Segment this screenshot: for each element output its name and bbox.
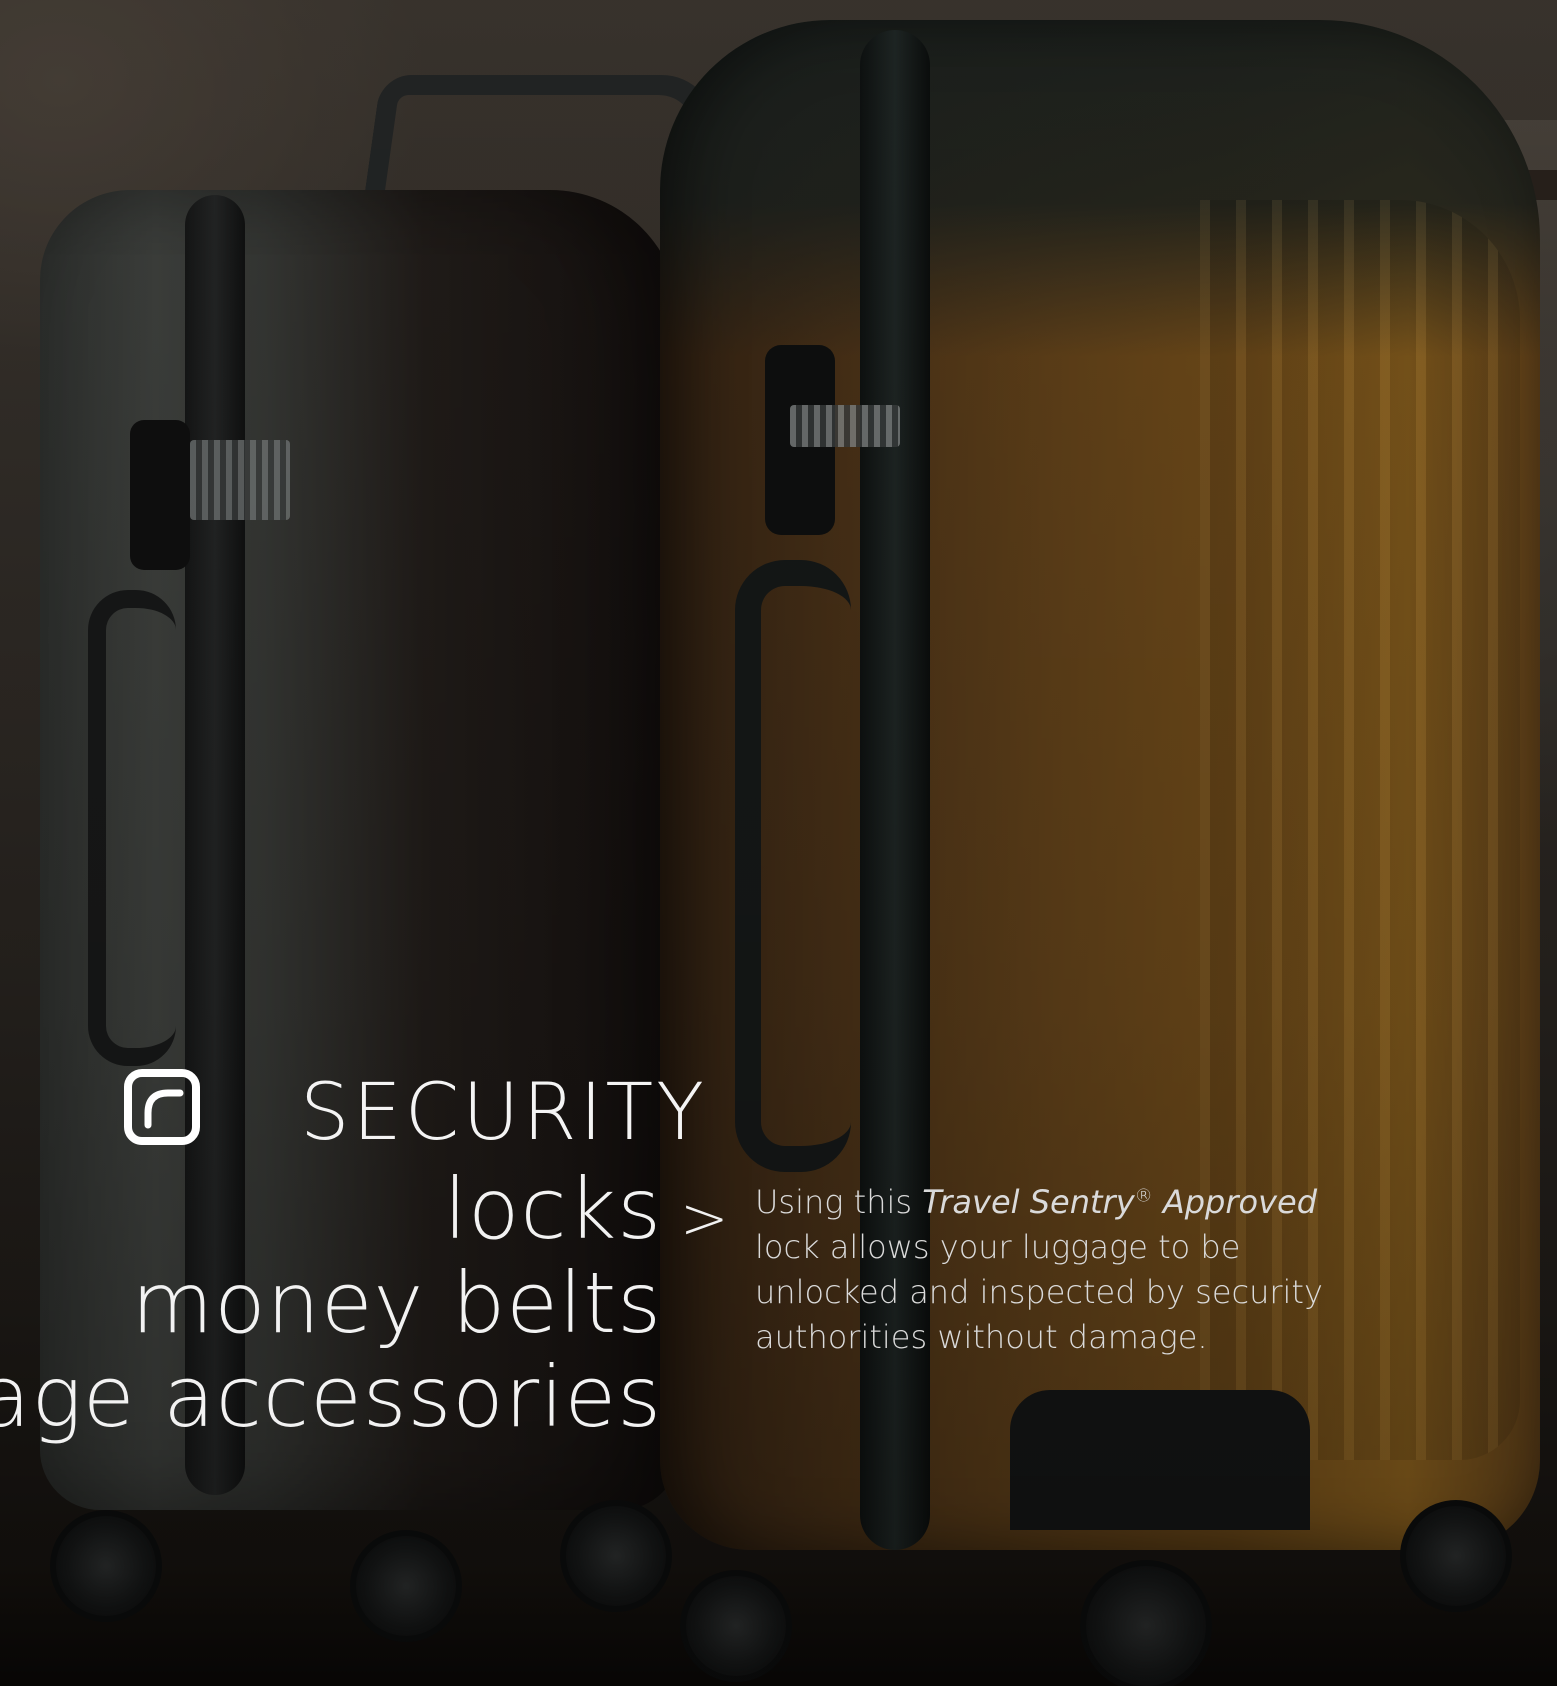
category-description: Using this Travel Sentry® Approved lock … <box>755 1180 1375 1360</box>
description-brand: Travel Sentry <box>922 1183 1135 1221</box>
category-list: locks money belts luggage accessories <box>0 1068 662 1444</box>
category-money-belts[interactable]: money belts <box>0 1256 662 1350</box>
hero-banner: s SECURITY locks money belts luggage acc… <box>0 0 1557 1686</box>
description-approved: Approved <box>1152 1183 1317 1221</box>
description-intro: Using this <box>755 1183 923 1221</box>
category-luggage-accessories[interactable]: luggage accessories <box>0 1350 662 1444</box>
selected-arrow-icon[interactable]: > <box>680 1178 729 1258</box>
registered-mark: ® <box>1134 1185 1153 1207</box>
description-body: lock allows your luggage to be unlocked … <box>755 1228 1323 1356</box>
category-locks[interactable]: locks <box>0 1162 662 1256</box>
